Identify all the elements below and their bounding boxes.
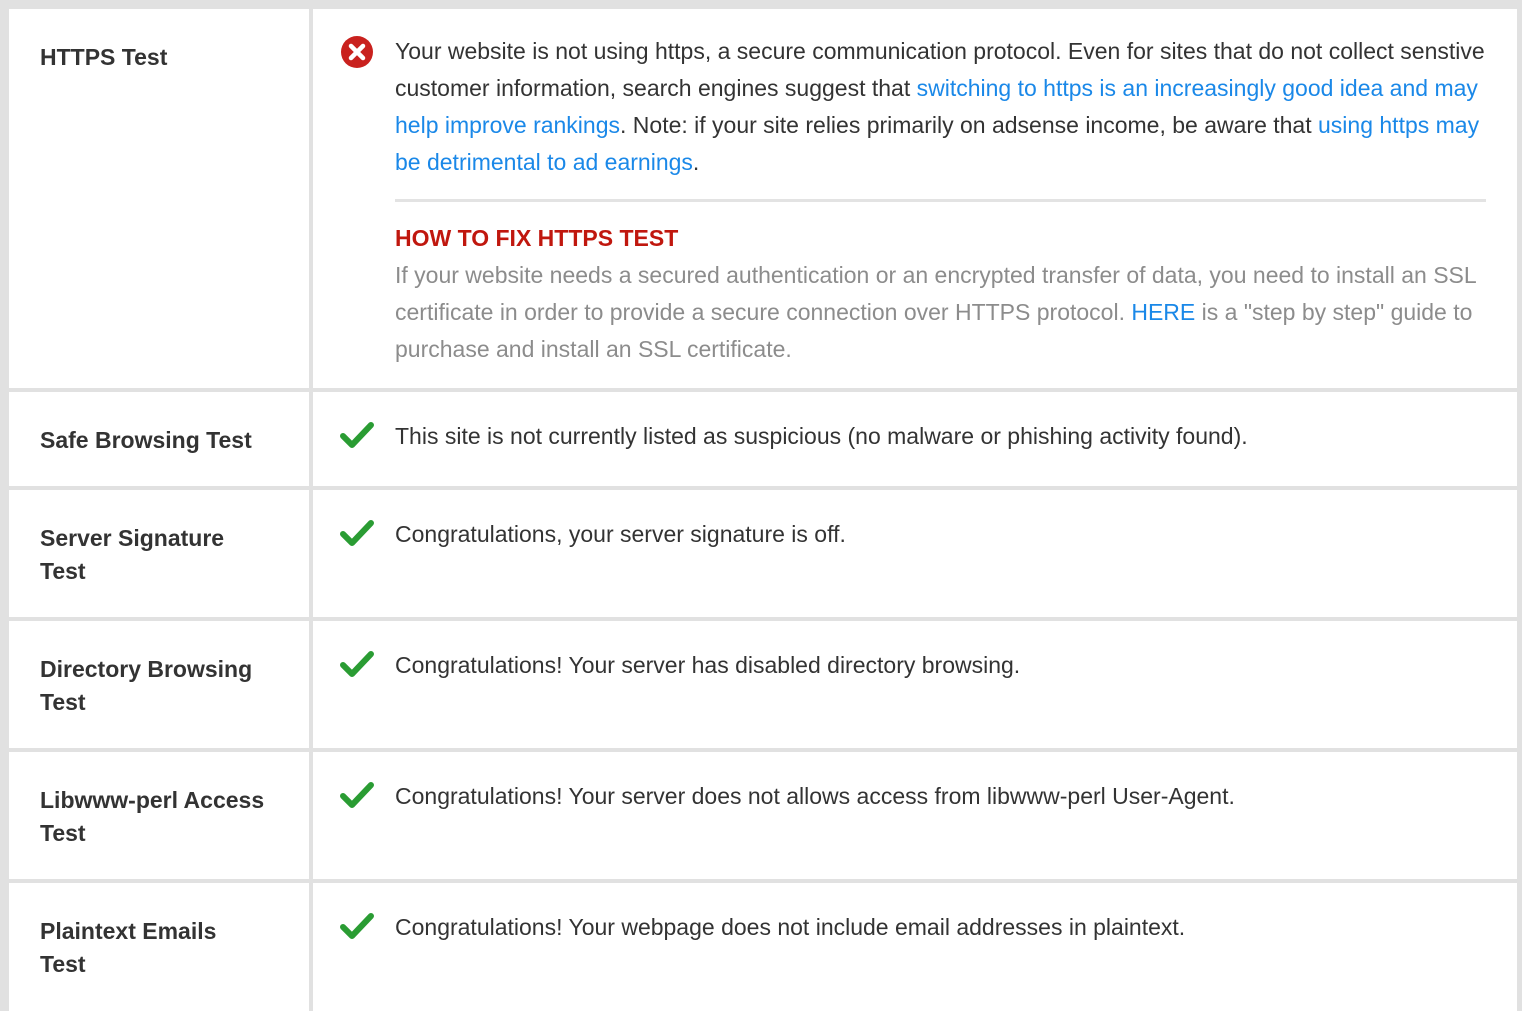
row-label-cell: Directory Browsing Test xyxy=(9,621,309,748)
row-content-cell: Congratulations! Your server has disable… xyxy=(313,621,1517,748)
row-label-cell: Server Signature Test xyxy=(9,490,309,617)
security-results-panel: HTTPS Test Your website is not using htt… xyxy=(0,0,1522,1011)
row-label: Server Signature Test xyxy=(40,525,225,584)
row-label-cell: Plaintext Emails Test xyxy=(9,883,309,1011)
checkmark-icon xyxy=(340,422,374,448)
table-row-plaintext-emails-test: Plaintext Emails Test Congratulations! Y… xyxy=(9,883,1517,1011)
fix-divider xyxy=(395,199,1486,202)
safe-browsing-message: This site is not currently listed as sus… xyxy=(395,423,1248,449)
checkmark-icon xyxy=(340,913,374,939)
row-label-cell: Safe Browsing Test xyxy=(9,392,309,486)
table-row-server-signature-test: Server Signature Test Congratulations, y… xyxy=(9,490,1517,617)
row-label: Libwww-perl Access Test xyxy=(40,787,265,846)
ssl-guide-link[interactable]: HERE xyxy=(1131,299,1195,325)
row-label: HTTPS Test xyxy=(40,44,168,70)
fix-title: HOW TO FIX HTTPS TEST xyxy=(395,225,679,251)
libwww-perl-message: Congratulations! Your server does not al… xyxy=(395,783,1235,809)
row-label: Safe Browsing Test xyxy=(40,427,252,453)
row-label: Plaintext Emails Test xyxy=(40,918,217,977)
row-content-cell: Your website is not using https, a secur… xyxy=(313,9,1517,388)
row-content-cell: Congratulations, your server signature i… xyxy=(313,490,1517,617)
https-test-message: Your website is not using https, a secur… xyxy=(395,38,1485,175)
plaintext-emails-message: Congratulations! Your webpage does not i… xyxy=(395,914,1186,940)
checkmark-icon xyxy=(340,782,374,808)
server-signature-message: Congratulations, your server signature i… xyxy=(395,521,846,547)
row-content-cell: Congratulations! Your webpage does not i… xyxy=(313,883,1517,1011)
table-row-https-test: HTTPS Test Your website is not using htt… xyxy=(9,9,1517,388)
table-row-libwww-perl-access-test: Libwww-perl Access Test Congratulations!… xyxy=(9,752,1517,879)
row-label-cell: HTTPS Test xyxy=(9,9,309,388)
fix-description: If your website needs a secured authenti… xyxy=(395,262,1476,362)
table-row-directory-browsing-test: Directory Browsing Test Congratulations!… xyxy=(9,621,1517,748)
row-label: Directory Browsing Test xyxy=(40,656,253,715)
row-content-cell: This site is not currently listed as sus… xyxy=(313,392,1517,486)
table-row-safe-browsing-test: Safe Browsing Test This site is not curr… xyxy=(9,392,1517,486)
checkmark-icon xyxy=(340,520,374,546)
checkmark-icon xyxy=(340,651,374,677)
row-content-cell: Congratulations! Your server does not al… xyxy=(313,752,1517,879)
row-label-cell: Libwww-perl Access Test xyxy=(9,752,309,879)
directory-browsing-message: Congratulations! Your server has disable… xyxy=(395,652,1021,678)
error-circle-icon xyxy=(341,36,373,68)
